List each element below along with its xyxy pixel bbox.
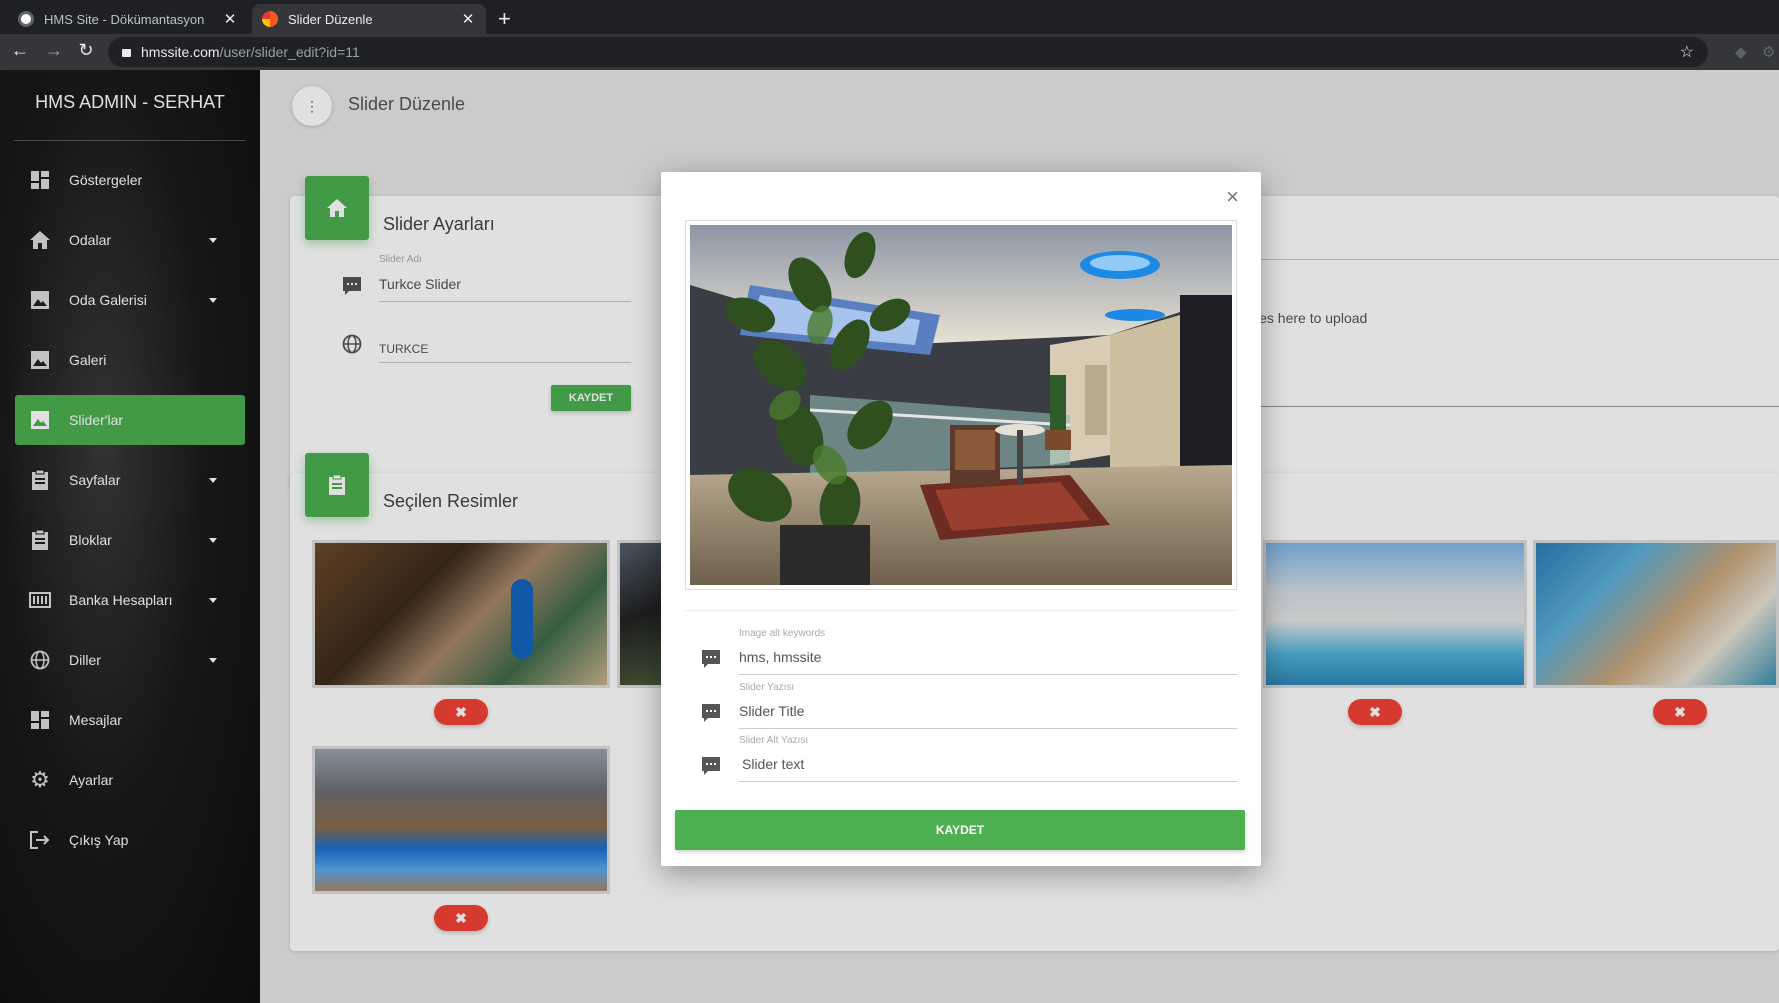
reload-icon[interactable]: ↻ (74, 40, 98, 61)
extension-icon[interactable]: ◆ (1735, 43, 1747, 61)
browser-tab-slider-edit[interactable]: Slider Düzenle ✕ (252, 4, 486, 34)
slider-subtitle-input[interactable]: Slider text (742, 756, 804, 772)
alt-keywords-label: Image alt keywords (739, 628, 826, 639)
modal-save-button[interactable]: KAYDET (675, 810, 1245, 850)
url-host: hmssite.com (141, 44, 220, 60)
browser-toolbar: ← → ↻ hmssite.com/user/slider_edit?id=11… (0, 34, 1779, 70)
address-bar[interactable]: hmssite.com/user/slider_edit?id=11 ☆ (108, 37, 1708, 67)
field-underline (739, 674, 1237, 675)
forward-icon[interactable]: → (42, 40, 66, 61)
bookmark-star-icon[interactable]: ☆ (1680, 42, 1694, 62)
settings-extension-icon[interactable]: ⚙ (1762, 43, 1775, 61)
lock-icon (122, 49, 131, 57)
field-underline (739, 728, 1237, 729)
close-tab-icon[interactable]: ✕ (222, 10, 238, 28)
hotel-corridor-photo (690, 225, 1232, 585)
close-icon[interactable]: × (1226, 184, 1239, 210)
slider-title-label: Slider Yazısı (739, 682, 795, 693)
tab-label: Slider Düzenle (288, 11, 373, 27)
comment-icon (702, 757, 720, 775)
modal-image-preview (685, 220, 1237, 590)
slider-subtitle-label: Slider Alt Yazısı (739, 735, 809, 746)
url-path: /user/slider_edit?id=11 (219, 44, 360, 60)
alt-keywords-input[interactable]: hms, hmssite (739, 649, 821, 665)
browser-tabbar: HMS Site - Dökümantasyon ✕ Slider Düzenl… (0, 0, 1779, 34)
field-underline (739, 781, 1237, 782)
comment-icon (702, 650, 720, 668)
slider-title-input[interactable]: Slider Title (739, 703, 804, 719)
new-tab-icon[interactable]: + (498, 6, 511, 32)
comment-icon (702, 704, 720, 722)
modal-divider (685, 610, 1237, 611)
site-favicon-icon (262, 11, 278, 27)
globe-favicon-icon (18, 11, 34, 27)
back-icon[interactable]: ← (8, 40, 32, 61)
tab-label: HMS Site - Dökümantasyon (44, 11, 205, 27)
close-tab-icon[interactable]: ✕ (460, 10, 476, 28)
browser-tab-docs[interactable]: HMS Site - Dökümantasyon ✕ (8, 4, 248, 34)
image-edit-modal: × Image alt keywords hms, hmssite Slider… (661, 172, 1261, 866)
